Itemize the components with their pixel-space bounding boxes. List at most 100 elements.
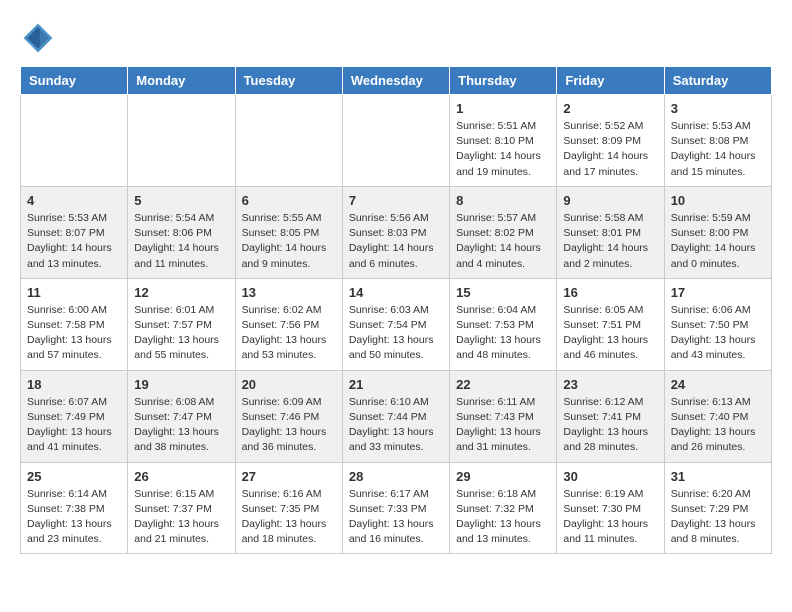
- day-number: 13: [242, 285, 336, 300]
- calendar-cell: [21, 95, 128, 187]
- calendar-cell: 22 Sunrise: 6:11 AM Sunset: 7:43 PM Dayli…: [450, 370, 557, 462]
- day-number: 16: [563, 285, 657, 300]
- day-number: 15: [456, 285, 550, 300]
- cell-content: Sunrise: 6:04 AM Sunset: 7:53 PM Dayligh…: [456, 303, 550, 364]
- calendar-cell: 13 Sunrise: 6:02 AM Sunset: 7:56 PM Dayli…: [235, 278, 342, 370]
- calendar-week-row: 18 Sunrise: 6:07 AM Sunset: 7:49 PM Dayli…: [21, 370, 772, 462]
- calendar-cell: 3 Sunrise: 5:53 AM Sunset: 8:08 PM Daylig…: [664, 95, 771, 187]
- weekday-header: Tuesday: [235, 67, 342, 95]
- cell-content: Sunrise: 6:19 AM Sunset: 7:30 PM Dayligh…: [563, 487, 657, 548]
- weekday-row: SundayMondayTuesdayWednesdayThursdayFrid…: [21, 67, 772, 95]
- cell-content: Sunrise: 6:11 AM Sunset: 7:43 PM Dayligh…: [456, 395, 550, 456]
- calendar-week-row: 4 Sunrise: 5:53 AM Sunset: 8:07 PM Daylig…: [21, 186, 772, 278]
- calendar-cell: 12 Sunrise: 6:01 AM Sunset: 7:57 PM Dayli…: [128, 278, 235, 370]
- calendar-cell: 8 Sunrise: 5:57 AM Sunset: 8:02 PM Daylig…: [450, 186, 557, 278]
- cell-content: Sunrise: 5:53 AM Sunset: 8:07 PM Dayligh…: [27, 211, 121, 272]
- cell-content: Sunrise: 5:54 AM Sunset: 8:06 PM Dayligh…: [134, 211, 228, 272]
- day-number: 25: [27, 469, 121, 484]
- cell-content: Sunrise: 6:09 AM Sunset: 7:46 PM Dayligh…: [242, 395, 336, 456]
- calendar-cell: 18 Sunrise: 6:07 AM Sunset: 7:49 PM Dayli…: [21, 370, 128, 462]
- cell-content: Sunrise: 6:15 AM Sunset: 7:37 PM Dayligh…: [134, 487, 228, 548]
- calendar-cell: 21 Sunrise: 6:10 AM Sunset: 7:44 PM Dayli…: [342, 370, 449, 462]
- calendar-cell: 4 Sunrise: 5:53 AM Sunset: 8:07 PM Daylig…: [21, 186, 128, 278]
- day-number: 20: [242, 377, 336, 392]
- day-number: 21: [349, 377, 443, 392]
- calendar-week-row: 25Sunrise: 6:14 AM Sunset: 7:38 PM Dayli…: [21, 462, 772, 554]
- cell-content: Sunrise: 6:13 AM Sunset: 7:40 PM Dayligh…: [671, 395, 765, 456]
- day-number: 26: [134, 469, 228, 484]
- day-number: 7: [349, 193, 443, 208]
- cell-content: Sunrise: 6:05 AM Sunset: 7:51 PM Dayligh…: [563, 303, 657, 364]
- day-number: 14: [349, 285, 443, 300]
- day-number: 1: [456, 101, 550, 116]
- day-number: 2: [563, 101, 657, 116]
- calendar-cell: 30Sunrise: 6:19 AM Sunset: 7:30 PM Dayli…: [557, 462, 664, 554]
- day-number: 29: [456, 469, 550, 484]
- day-number: 11: [27, 285, 121, 300]
- day-number: 12: [134, 285, 228, 300]
- calendar-cell: 28 Sunrise: 6:17 AM Sunset: 7:33 PM Dayli…: [342, 462, 449, 554]
- day-number: 27: [242, 469, 336, 484]
- cell-content: Sunrise: 5:55 AM Sunset: 8:05 PM Dayligh…: [242, 211, 336, 272]
- cell-content: Sunrise: 6:02 AM Sunset: 7:56 PM Dayligh…: [242, 303, 336, 364]
- weekday-header: Wednesday: [342, 67, 449, 95]
- day-number: 28: [349, 469, 443, 484]
- day-number: 23: [563, 377, 657, 392]
- day-number: 9: [563, 193, 657, 208]
- calendar-week-row: 11Sunrise: 6:00 AM Sunset: 7:58 PM Dayli…: [21, 278, 772, 370]
- cell-content: Sunrise: 5:59 AM Sunset: 8:00 PM Dayligh…: [671, 211, 765, 272]
- calendar-cell: 5 Sunrise: 5:54 AM Sunset: 8:06 PM Daylig…: [128, 186, 235, 278]
- day-number: 4: [27, 193, 121, 208]
- calendar-cell: 7 Sunrise: 5:56 AM Sunset: 8:03 PM Daylig…: [342, 186, 449, 278]
- calendar-cell: 29 Sunrise: 6:18 AM Sunset: 7:32 PM Dayli…: [450, 462, 557, 554]
- page-header: [20, 20, 772, 56]
- cell-content: Sunrise: 6:12 AM Sunset: 7:41 PM Dayligh…: [563, 395, 657, 456]
- calendar-cell: 10 Sunrise: 5:59 AM Sunset: 8:00 PM Dayli…: [664, 186, 771, 278]
- calendar-cell: 11Sunrise: 6:00 AM Sunset: 7:58 PM Dayli…: [21, 278, 128, 370]
- day-number: 8: [456, 193, 550, 208]
- day-number: 5: [134, 193, 228, 208]
- cell-content: Sunrise: 6:10 AM Sunset: 7:44 PM Dayligh…: [349, 395, 443, 456]
- calendar-week-row: 1 Sunrise: 5:51 AM Sunset: 8:10 PM Daylig…: [21, 95, 772, 187]
- calendar-cell: 2 Sunrise: 5:52 AM Sunset: 8:09 PM Daylig…: [557, 95, 664, 187]
- cell-content: Sunrise: 6:03 AM Sunset: 7:54 PM Dayligh…: [349, 303, 443, 364]
- weekday-header: Thursday: [450, 67, 557, 95]
- day-number: 6: [242, 193, 336, 208]
- cell-content: Sunrise: 6:16 AM Sunset: 7:35 PM Dayligh…: [242, 487, 336, 548]
- weekday-header: Monday: [128, 67, 235, 95]
- calendar-cell: 24 Sunrise: 6:13 AM Sunset: 7:40 PM Dayli…: [664, 370, 771, 462]
- day-number: 22: [456, 377, 550, 392]
- calendar-cell: 23 Sunrise: 6:12 AM Sunset: 7:41 PM Dayli…: [557, 370, 664, 462]
- cell-content: Sunrise: 6:08 AM Sunset: 7:47 PM Dayligh…: [134, 395, 228, 456]
- calendar-header: SundayMondayTuesdayWednesdayThursdayFrid…: [21, 67, 772, 95]
- cell-content: Sunrise: 5:57 AM Sunset: 8:02 PM Dayligh…: [456, 211, 550, 272]
- calendar-cell: 26 Sunrise: 6:15 AM Sunset: 7:37 PM Dayli…: [128, 462, 235, 554]
- weekday-header: Sunday: [21, 67, 128, 95]
- calendar-cell: 15 Sunrise: 6:04 AM Sunset: 7:53 PM Dayli…: [450, 278, 557, 370]
- day-number: 31: [671, 469, 765, 484]
- cell-content: Sunrise: 6:01 AM Sunset: 7:57 PM Dayligh…: [134, 303, 228, 364]
- day-number: 24: [671, 377, 765, 392]
- cell-content: Sunrise: 6:20 AM Sunset: 7:29 PM Dayligh…: [671, 487, 765, 548]
- calendar-body: 1 Sunrise: 5:51 AM Sunset: 8:10 PM Daylig…: [21, 95, 772, 554]
- calendar-cell: 1 Sunrise: 5:51 AM Sunset: 8:10 PM Daylig…: [450, 95, 557, 187]
- weekday-header: Friday: [557, 67, 664, 95]
- day-number: 18: [27, 377, 121, 392]
- cell-content: Sunrise: 6:07 AM Sunset: 7:49 PM Dayligh…: [27, 395, 121, 456]
- calendar-cell: [342, 95, 449, 187]
- cell-content: Sunrise: 6:18 AM Sunset: 7:32 PM Dayligh…: [456, 487, 550, 548]
- calendar-cell: 20 Sunrise: 6:09 AM Sunset: 7:46 PM Dayli…: [235, 370, 342, 462]
- day-number: 19: [134, 377, 228, 392]
- cell-content: Sunrise: 5:56 AM Sunset: 8:03 PM Dayligh…: [349, 211, 443, 272]
- cell-content: Sunrise: 5:52 AM Sunset: 8:09 PM Dayligh…: [563, 119, 657, 180]
- calendar-cell: 27 Sunrise: 6:16 AM Sunset: 7:35 PM Dayli…: [235, 462, 342, 554]
- calendar-cell: 19 Sunrise: 6:08 AM Sunset: 7:47 PM Dayli…: [128, 370, 235, 462]
- calendar-cell: [128, 95, 235, 187]
- cell-content: Sunrise: 5:51 AM Sunset: 8:10 PM Dayligh…: [456, 119, 550, 180]
- day-number: 10: [671, 193, 765, 208]
- day-number: 17: [671, 285, 765, 300]
- day-number: 3: [671, 101, 765, 116]
- logo-icon: [20, 20, 56, 56]
- cell-content: Sunrise: 5:53 AM Sunset: 8:08 PM Dayligh…: [671, 119, 765, 180]
- cell-content: Sunrise: 6:17 AM Sunset: 7:33 PM Dayligh…: [349, 487, 443, 548]
